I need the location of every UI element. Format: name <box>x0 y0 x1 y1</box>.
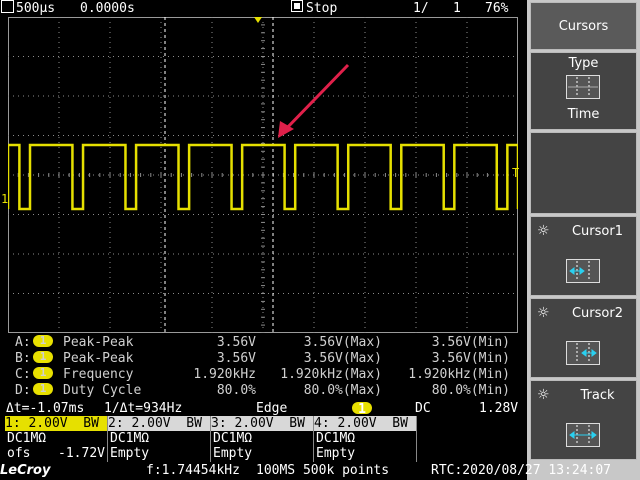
cursor2-label: Cursor2 <box>571 306 623 321</box>
channel-coupling: DC1MΩ <box>7 431 47 446</box>
channel-offset-value: -1.72V <box>58 446 105 461</box>
delay-readout[interactable]: 0.0000s <box>80 0 135 17</box>
measurement-max: 3.56V(Max) <box>303 351 382 366</box>
track-label: Track <box>580 388 615 403</box>
blank-softkey <box>530 132 637 214</box>
measurement-min: 80.0%(Min) <box>431 383 510 398</box>
run-state[interactable]: Stop <box>306 0 337 17</box>
cursor1-softkey[interactable]: ☼ Cursor1 <box>530 216 637 296</box>
menu-title: Cursors <box>530 2 637 50</box>
trigger-coupling: DC <box>415 401 431 416</box>
measurement-name: Frequency <box>63 367 134 382</box>
channel-offset-label: Empty <box>110 446 150 461</box>
waveform-display[interactable] <box>8 17 518 333</box>
delta-t-readout: Δt=-1.07ms <box>6 401 85 416</box>
sample-info: 100MS 500k points <box>256 463 390 478</box>
cursor1-adjust-icon <box>566 259 600 283</box>
measurement-slot: D: <box>15 383 31 398</box>
trigger-type[interactable]: Edge <box>256 401 287 416</box>
trigger-level: 1.28V <box>479 401 519 416</box>
measurement-max: 80.0%(Max) <box>303 383 382 398</box>
measurement-value: 3.56V <box>216 351 256 366</box>
measurement-min: 3.56V(Min) <box>431 335 510 350</box>
track-softkey[interactable]: ☼ Track <box>530 380 637 460</box>
channel-header: 4: 2.00V BW <box>314 416 416 431</box>
trigger-position-marker[interactable] <box>254 17 262 23</box>
arrow-annotation-icon <box>282 63 350 133</box>
channel-header: 2: 2.00V BW <box>108 416 210 431</box>
measurement-value: 3.56V <box>216 335 256 350</box>
cursor-trigger-readout: Δt=-1.07ms 1/Δt=934Hz Edge 1 DC 1.28V <box>0 401 527 429</box>
menu-title-label: Cursors <box>558 19 609 34</box>
measurement-name: Peak-Peak <box>63 335 134 350</box>
channel-header: 3: 2.00V BW <box>211 416 313 431</box>
channel-offset-label: Empty <box>316 446 356 461</box>
acquisition-count: 1/ <box>413 1 429 16</box>
trigger-level-marker[interactable]: T <box>512 167 519 179</box>
measurement-name: Peak-Peak <box>63 351 134 366</box>
frequency-counter: f:1.74454kHz <box>146 463 240 478</box>
measurement-slot: C: <box>15 367 31 382</box>
channel-1-panel[interactable]: 1: 2.00V BW DC1MΩ ofs -1.72V <box>5 416 108 462</box>
measurement-slot: B: <box>15 351 31 366</box>
measurement-value: 80.0% <box>216 383 256 398</box>
measurement-slot: A: <box>15 335 31 350</box>
channel-offset-label: ofs <box>7 446 31 461</box>
measurement-value: 1.920kHz <box>193 367 256 382</box>
top-status-bar: 500µs 0.0000s Stop 1/ 1 76% <box>0 0 527 34</box>
channel-coupling: DC1MΩ <box>110 431 150 446</box>
cursor1-label: Cursor1 <box>571 224 623 239</box>
measurement-min: 3.56V(Min) <box>431 351 510 366</box>
waveform-canvas <box>8 17 518 333</box>
channel-2-panel[interactable]: 2: 2.00V BW DC1MΩ Empty <box>108 416 211 462</box>
type-label: Type <box>568 56 599 71</box>
timebase-readout[interactable]: 500µs <box>16 0 55 17</box>
bottom-status-bar: LeCroy f:1.74454kHz 100MS 500k points RT… <box>0 462 611 480</box>
type-value: Time <box>567 107 600 122</box>
channel-offset-label: Empty <box>213 446 253 461</box>
channel-3-panel[interactable]: 3: 2.00V BW DC1MΩ Empty <box>211 416 314 462</box>
inverse-delta-t-readout: 1/Δt=934Hz <box>104 401 183 416</box>
measurement-row[interactable]: A: 1 Peak-Peak 3.56V 3.56V(Max) 3.56V(Min) <box>0 335 527 351</box>
channel-coupling: DC1MΩ <box>316 431 356 446</box>
measurement-row[interactable]: B: 1 Peak-Peak 3.56V 3.56V(Max) 3.56V(Min) <box>0 351 527 367</box>
measurement-min: 1.920kHz(Min) <box>408 367 510 382</box>
track-cursors-icon <box>566 423 600 447</box>
softkey-menu: Cursors Type Time ☼ Cursor1 ☼ Cursor2 ☼ … <box>527 0 640 480</box>
battery-level: 76% <box>485 1 509 16</box>
time-cursor-icon <box>566 75 600 99</box>
measurement-max: 1.920kHz(Max) <box>280 367 382 382</box>
measurement-max: 3.56V(Max) <box>303 335 382 350</box>
channel-strip: 1: 2.00V BW DC1MΩ ofs -1.72V 2: 2.00V BW DC1M… <box>5 416 422 462</box>
cursor2-softkey[interactable]: ☼ Cursor2 <box>530 298 637 378</box>
measurement-row[interactable]: C: 1 Frequency 1.920kHz 1.920kHz(Max) 1.920kH… <box>0 367 527 383</box>
acquisition-total: 1 <box>453 1 461 16</box>
brand-logo: LeCroy <box>0 463 51 478</box>
channel-coupling: DC1MΩ <box>213 431 253 446</box>
channel-header: 1: 2.00V BW <box>5 416 107 431</box>
channel-4-panel[interactable]: 4: 2.00V BW DC1MΩ Empty <box>314 416 417 462</box>
cursor2-adjust-icon <box>566 341 600 365</box>
measurement-name: Duty Cycle <box>63 383 142 398</box>
measurement-row[interactable]: D: 1 Duty Cycle 80.0% 80.0%(Max) 80.0%(Min) <box>0 383 527 399</box>
ground-marker[interactable]: 1 <box>1 193 8 205</box>
type-softkey[interactable]: Type Time <box>530 52 637 130</box>
rtc-clock: RTC:2020/08/27 13:24:07 <box>431 463 612 478</box>
measurement-table: A: 1 Peak-Peak 3.56V 3.56V(Max) 3.56V(Min) B: 1… <box>0 333 527 403</box>
